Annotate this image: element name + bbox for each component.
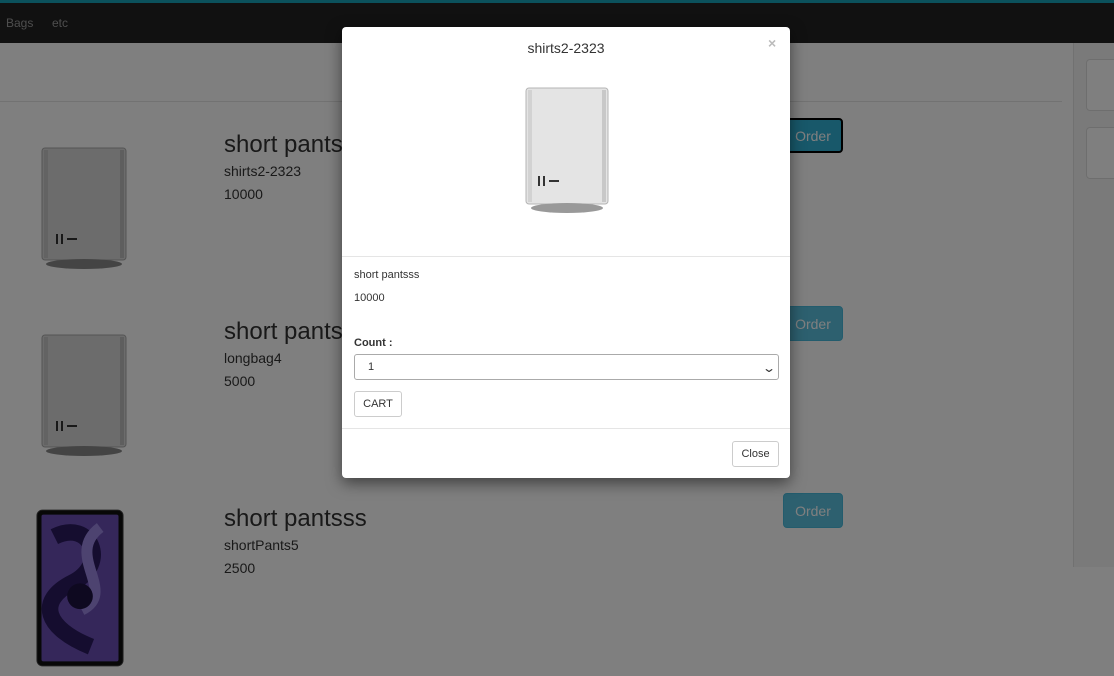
- count-label: Count :: [354, 337, 393, 349]
- modal-divider: [342, 256, 790, 257]
- modal-product-price: 10000: [354, 292, 385, 304]
- modal-product-name: short pantsss: [354, 269, 420, 281]
- product-modal: shirts2-2323 × short pantsss 10000 Count…: [342, 27, 790, 478]
- close-button[interactable]: Close: [732, 441, 779, 467]
- count-select[interactable]: 1 ⌄: [354, 354, 779, 380]
- close-icon[interactable]: ×: [768, 35, 776, 51]
- count-value: 1: [368, 361, 375, 373]
- cart-button[interactable]: CART: [354, 391, 402, 417]
- mac-pro-icon: [525, 87, 609, 213]
- modal-footer-divider: [342, 428, 790, 429]
- chevron-down-icon: ⌄: [761, 361, 777, 375]
- modal-title: shirts2-2323: [527, 40, 605, 56]
